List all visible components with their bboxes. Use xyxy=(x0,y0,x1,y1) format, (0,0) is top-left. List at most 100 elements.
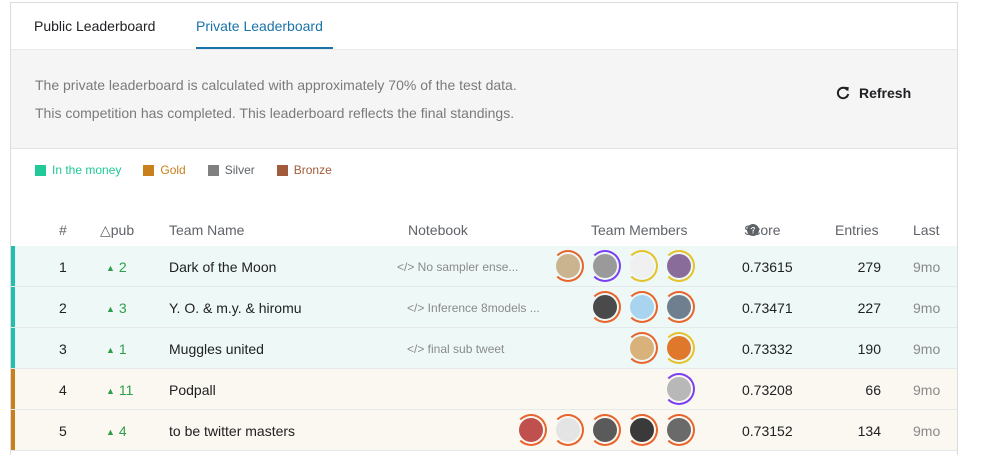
column-team-members: Team Members xyxy=(591,222,688,238)
entries-value: 134 xyxy=(857,423,881,439)
last-submission: 9mo xyxy=(913,341,941,357)
up-arrow-icon: ▲ xyxy=(106,386,115,396)
legend-label: In the money xyxy=(52,163,122,177)
avatar-image xyxy=(593,418,617,442)
table-header: # △pub Team Name Notebook Team Members S… xyxy=(11,222,957,246)
info-banner: The private leaderboard is calculated wi… xyxy=(11,50,957,149)
entries-value: 279 xyxy=(857,259,881,275)
entries-value: 190 xyxy=(857,341,881,357)
tab-public-leaderboard[interactable]: Public Leaderboard xyxy=(34,18,155,34)
tier-indicator-bar xyxy=(11,246,15,286)
avatar[interactable] xyxy=(552,414,584,446)
delta-pub-value: ▲ 11 xyxy=(106,382,133,398)
column-last: Last xyxy=(913,222,940,238)
table-row[interactable]: 3 ▲ 1 Muggles united </> final sub tweet 0.73… xyxy=(11,328,957,369)
last-submission: 9mo xyxy=(913,300,941,316)
avatar[interactable] xyxy=(626,291,658,323)
column-rank: # xyxy=(59,222,67,238)
avatar[interactable] xyxy=(663,250,695,282)
legend-bronze: Bronze xyxy=(276,163,332,177)
last-submission: 9mo xyxy=(913,423,941,439)
medal-legend: In the money Gold Silver Bronze xyxy=(35,163,332,177)
avatar[interactable] xyxy=(589,414,621,446)
avatar-image xyxy=(630,336,654,360)
entries-value: 227 xyxy=(857,300,881,316)
score-value: 0.73471 xyxy=(742,300,793,316)
leaderboard-panel: Public Leaderboard Private Leaderboard T… xyxy=(10,2,958,455)
delta-pub-value: ▲ 1 xyxy=(106,341,127,357)
legend-label: Gold xyxy=(160,163,186,177)
legend-label: Bronze xyxy=(293,163,332,177)
avatar[interactable] xyxy=(589,291,621,323)
avatar[interactable] xyxy=(626,414,658,446)
avatar-image xyxy=(667,418,691,442)
avatar-image xyxy=(630,418,654,442)
avatar[interactable] xyxy=(626,250,658,282)
legend-label: Silver xyxy=(224,163,255,177)
column-entries: Entries xyxy=(835,222,879,238)
delta-number: 3 xyxy=(118,300,127,316)
score-value: 0.73615 xyxy=(742,259,793,275)
notebook-link[interactable]: </> No sampler ense... xyxy=(397,260,518,274)
up-arrow-icon: ▲ xyxy=(106,427,115,437)
delta-pub-value: ▲ 3 xyxy=(106,300,127,316)
refresh-icon xyxy=(836,86,850,100)
leaderboard-tabs: Public Leaderboard Private Leaderboard xyxy=(11,3,957,50)
team-name[interactable]: Podpall xyxy=(169,382,216,398)
refresh-button[interactable]: Refresh xyxy=(835,85,911,101)
delta-number: 4 xyxy=(118,423,127,439)
avatar-image xyxy=(556,418,580,442)
table-row[interactable]: 1 ▲ 2 Dark of the Moon </> No sampler ense..… xyxy=(11,246,957,287)
delta-number: 2 xyxy=(118,259,127,275)
up-arrow-icon: ▲ xyxy=(106,263,115,273)
avatar[interactable] xyxy=(663,332,695,364)
avatar[interactable] xyxy=(663,291,695,323)
team-name[interactable]: Dark of the Moon xyxy=(169,259,276,275)
team-name[interactable]: Muggles united xyxy=(169,341,264,357)
rank-value: 1 xyxy=(59,259,67,275)
tier-indicator-bar xyxy=(11,410,15,450)
notebook-link[interactable]: </> Inference 8models ... xyxy=(407,301,540,315)
legend-in-the-money: In the money xyxy=(35,163,121,177)
avatar-image xyxy=(593,254,617,278)
tab-private-leaderboard[interactable]: Private Leaderboard xyxy=(196,18,323,34)
table-row[interactable]: 2 ▲ 3 Y. O. & m.y. & hiromu </> Inference 8m… xyxy=(11,287,957,328)
delta-pub-value: ▲ 2 xyxy=(106,259,127,275)
rank-value: 3 xyxy=(59,341,67,357)
avatar[interactable] xyxy=(589,250,621,282)
avatar-image xyxy=(667,336,691,360)
refresh-label: Refresh xyxy=(859,85,912,101)
legend-silver: Silver xyxy=(207,163,255,177)
column-team-name: Team Name xyxy=(169,222,245,238)
score-value: 0.73332 xyxy=(742,341,793,357)
avatar-image xyxy=(519,418,543,442)
notebook-link[interactable]: </> final sub tweet xyxy=(407,342,504,356)
legend-gold: Gold xyxy=(143,163,186,177)
avatar-image xyxy=(667,295,691,319)
avatar[interactable] xyxy=(663,373,695,405)
column-notebook: Notebook xyxy=(408,222,468,238)
table-row[interactable]: 5 ▲ 4 to be twitter masters 0.73152 134 9mo xyxy=(11,410,957,451)
team-name[interactable]: Y. O. & m.y. & hiromu xyxy=(169,300,302,316)
avatar[interactable] xyxy=(552,250,584,282)
up-arrow-icon: ▲ xyxy=(106,345,115,355)
rank-value: 2 xyxy=(59,300,67,316)
info-line-2: This competition has completed. This lea… xyxy=(35,105,515,121)
legend-swatch xyxy=(207,164,219,176)
table-row[interactable]: 4 ▲ 11 Podpall 0.73208 66 9mo xyxy=(11,369,957,410)
legend-swatch xyxy=(143,164,155,176)
avatar-image xyxy=(556,254,580,278)
delta-number: 11 xyxy=(118,382,134,398)
tier-indicator-bar xyxy=(11,369,15,409)
column-score[interactable]: Score ? xyxy=(744,222,781,238)
avatar[interactable] xyxy=(663,414,695,446)
column-delta-pub[interactable]: △pub xyxy=(100,222,134,239)
avatar-image xyxy=(667,377,691,401)
avatar[interactable] xyxy=(626,332,658,364)
avatar[interactable] xyxy=(515,414,547,446)
avatar-image xyxy=(630,254,654,278)
tier-indicator-bar xyxy=(11,287,15,327)
team-name[interactable]: to be twitter masters xyxy=(169,423,295,439)
info-line-1: The private leaderboard is calculated wi… xyxy=(35,77,517,93)
tier-indicator-bar xyxy=(11,328,15,368)
